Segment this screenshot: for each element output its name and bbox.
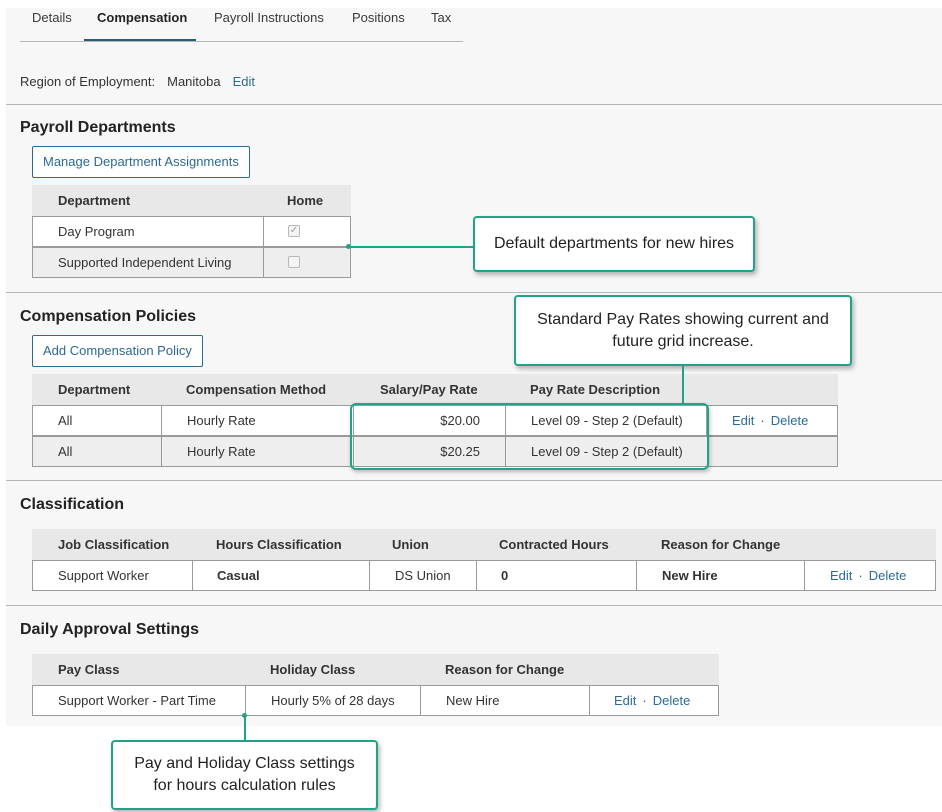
policy-method: Hourly Rate — [187, 413, 256, 428]
tab-positions[interactable]: Positions — [352, 4, 405, 42]
edit-link[interactable]: Edit — [830, 568, 852, 583]
table-row: Support Worker - Part Time Hourly 5% of … — [32, 685, 719, 716]
column-header-department: Department — [58, 382, 131, 397]
column-divider — [589, 686, 590, 715]
policy-department: All — [58, 413, 73, 428]
row-actions: Edit · Delete — [830, 561, 906, 590]
department-name: Day Program — [58, 224, 135, 239]
column-header-reason-for-change: Reason for Change — [661, 537, 781, 552]
column-header-reason-for-change: Reason for Change — [445, 662, 565, 677]
callout-standard-pay-rates: Standard Pay Rates showing current and f… — [514, 295, 852, 366]
column-header-union: Union — [392, 537, 429, 552]
edit-link[interactable]: Edit — [732, 413, 754, 428]
delete-link[interactable]: Delete — [653, 693, 691, 708]
pay-class: Support Worker - Part Time — [58, 693, 216, 708]
home-checkbox-checked: ✓ — [288, 225, 300, 237]
divider — [6, 292, 942, 293]
column-divider — [245, 686, 246, 715]
add-compensation-policy-button[interactable]: Add Compensation Policy — [32, 335, 203, 367]
row-actions: Edit · Delete — [614, 686, 690, 715]
column-header-compensation-method: Compensation Method — [186, 382, 327, 397]
divider — [6, 480, 942, 481]
reason-for-change: New Hire — [662, 568, 718, 583]
table-row: Supported Independent Living — [32, 247, 351, 278]
column-divider — [263, 217, 264, 246]
table-header: Pay Class Holiday Class Reason for Chang… — [32, 654, 719, 685]
callout-default-departments: Default departments for new hires — [473, 216, 755, 272]
holiday-class: Hourly 5% of 28 days — [271, 693, 395, 708]
column-header-hours-classification: Hours Classification — [216, 537, 342, 552]
callout-connector — [349, 246, 473, 248]
edit-link[interactable]: Edit — [614, 693, 636, 708]
daily-approval-settings-title: Daily Approval Settings — [20, 621, 199, 638]
table-row: Support Worker Casual DS Union 0 New Hir… — [32, 560, 936, 591]
payroll-departments-title: Payroll Departments — [20, 119, 176, 136]
table-header: Department Compensation Method Salary/Pa… — [32, 374, 838, 405]
delete-link[interactable]: Delete — [771, 413, 809, 428]
column-header-contracted-hours: Contracted Hours — [499, 537, 609, 552]
table-header: Job Classification Hours Classification … — [32, 529, 936, 560]
manage-department-assignments-button[interactable]: Manage Department Assignments — [32, 146, 250, 178]
table-header: Department Home — [32, 185, 351, 216]
table-row: Day Program ✓ — [32, 216, 351, 247]
column-header-job-classification: Job Classification — [58, 537, 170, 552]
column-divider — [161, 406, 162, 435]
tab-details[interactable]: Details — [32, 4, 72, 42]
tab-tax[interactable]: Tax — [431, 4, 451, 42]
job-classification: Support Worker — [58, 568, 149, 583]
region-edit-link[interactable]: Edit — [233, 74, 255, 89]
policy-method: Hourly Rate — [187, 444, 256, 459]
column-header-home: Home — [287, 193, 324, 208]
column-divider — [161, 437, 162, 466]
policy-department: All — [58, 444, 73, 459]
tab-compensation[interactable]: Compensation — [97, 4, 187, 42]
region-value: Manitoba — [167, 74, 221, 89]
region-label: Region of Employment: — [20, 74, 156, 89]
compensation-policies-title: Compensation Policies — [20, 308, 197, 325]
column-divider — [804, 561, 805, 590]
column-divider — [263, 248, 264, 277]
column-divider — [369, 561, 370, 590]
home-checkbox-unchecked — [288, 256, 300, 268]
classification-title: Classification — [20, 496, 125, 513]
column-header-pay-class: Pay Class — [58, 662, 120, 677]
union: DS Union — [395, 568, 451, 583]
callout-pay-holiday-class: Pay and Holiday Class settings for hours… — [111, 740, 378, 810]
column-header-holiday-class: Holiday Class — [270, 662, 356, 677]
reason-for-change: New Hire — [446, 693, 500, 708]
separator-dot: · — [642, 693, 647, 708]
column-divider — [420, 686, 421, 715]
separator-dot: · — [760, 413, 765, 428]
column-header-pay-rate-description: Pay Rate Description — [530, 382, 661, 397]
pay-rate-highlight — [350, 403, 709, 470]
contracted-hours: 0 — [501, 568, 509, 583]
divider — [6, 605, 942, 606]
tab-payroll-instructions[interactable]: Payroll Instructions — [214, 4, 324, 42]
tab-bar: Details Compensation Payroll Instruction… — [20, 4, 463, 42]
callout-connector — [244, 716, 246, 740]
department-name: Supported Independent Living — [58, 255, 232, 270]
divider — [6, 104, 942, 105]
column-divider — [636, 561, 637, 590]
hours-classification: Casual — [217, 568, 260, 583]
delete-link[interactable]: Delete — [869, 568, 907, 583]
region-of-employment: Region of Employment: Manitoba Edit — [20, 74, 255, 89]
column-divider — [192, 561, 193, 590]
column-header-department: Department — [58, 193, 131, 208]
row-actions: Edit · Delete — [732, 406, 808, 435]
active-tab-indicator — [84, 39, 196, 41]
column-header-salary-pay-rate: Salary/Pay Rate — [380, 382, 478, 397]
callout-connector — [682, 366, 684, 404]
column-divider — [476, 561, 477, 590]
compensation-panel — [6, 8, 942, 726]
separator-dot: · — [858, 568, 863, 583]
